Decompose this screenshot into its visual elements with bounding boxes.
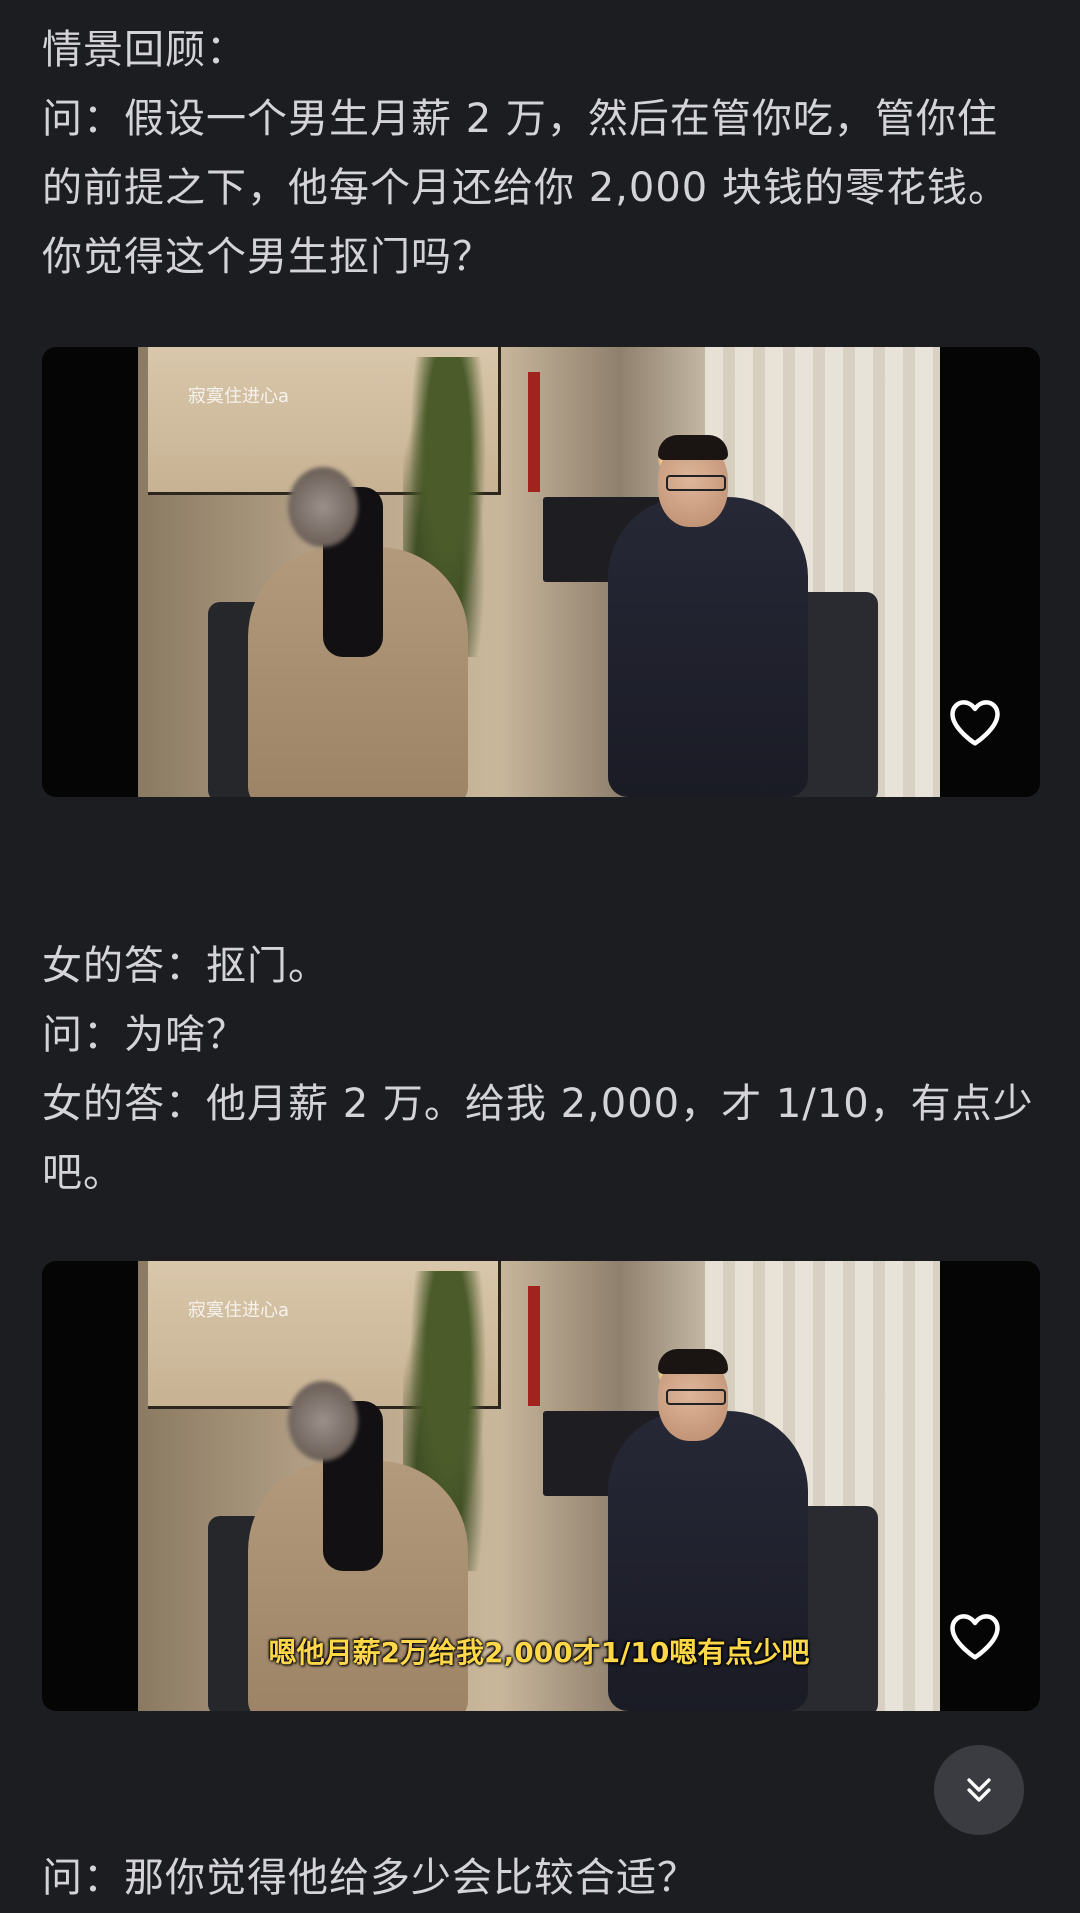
paragraph-line: 女的答：他月薪 2 万。给我 2,000，才 1/10，有点少 (42, 1081, 1034, 1127)
video-watermark: 寂寞住进心a (188, 386, 290, 407)
paragraph-line: 的前提之下，他每个月还给你 2,000 块钱的零花钱。 (42, 165, 1009, 211)
heart-outline-icon[interactable] (948, 697, 1002, 747)
video-player-2[interactable]: 寂寞住进心a 嗯他月薪2万给我2,000才1/10嗯有点少吧 (42, 1261, 1040, 1711)
scroll-down-button[interactable] (934, 1745, 1024, 1835)
paragraph-line: 情景回顾： (42, 27, 247, 73)
video-scene-person (608, 497, 808, 797)
video-watermark: 寂寞住进心a (188, 1300, 290, 1321)
video-frame[interactable]: 寂寞住进心a 嗯他月薪2万给我2,000才1/10嗯有点少吧 (138, 1261, 940, 1711)
video-scene-blurred-face (288, 467, 358, 547)
paragraph-line: 问：假设一个男生月薪 2 万，然后在管你吃，管你住 (42, 96, 998, 142)
video-subtitle: 嗯他月薪2万给我2,000才1/10嗯有点少吧 (268, 1636, 810, 1669)
video-frame[interactable]: 寂寞住进心a (138, 347, 940, 797)
post-paragraph-1: 情景回顾： 问：假设一个男生月薪 2 万，然后在管你吃，管你住 的前提之下，他每… (42, 16, 1042, 292)
video-scene-hair (658, 435, 728, 460)
video-scene-glasses (666, 475, 726, 491)
post-paragraph-2: 女的答：抠门。 问：为啥？ 女的答：他月薪 2 万。给我 2,000，才 1/1… (42, 932, 1042, 1208)
video-scene-banner (528, 372, 540, 492)
paragraph-line: 吧。 (42, 1150, 124, 1196)
video-scene-glasses (666, 1389, 726, 1405)
double-chevron-down-icon (967, 1778, 991, 1802)
paragraph-line: 问：那你觉得他给多少会比较合适？ (42, 1855, 698, 1901)
post-paragraph-3: 问：那你觉得他给多少会比较合适？ (42, 1844, 1042, 1913)
video-scene-blurred-face (288, 1381, 358, 1461)
paragraph-line: 问：为啥？ (42, 1012, 247, 1058)
paragraph-line: 你觉得这个男生抠门吗？ (42, 234, 493, 280)
video-scene-banner (528, 1286, 540, 1406)
video-scene-hair (658, 1349, 728, 1374)
paragraph-line: 女的答：抠门。 (42, 943, 329, 989)
video-player-1[interactable]: 寂寞住进心a (42, 347, 1040, 797)
heart-outline-icon[interactable] (948, 1611, 1002, 1661)
